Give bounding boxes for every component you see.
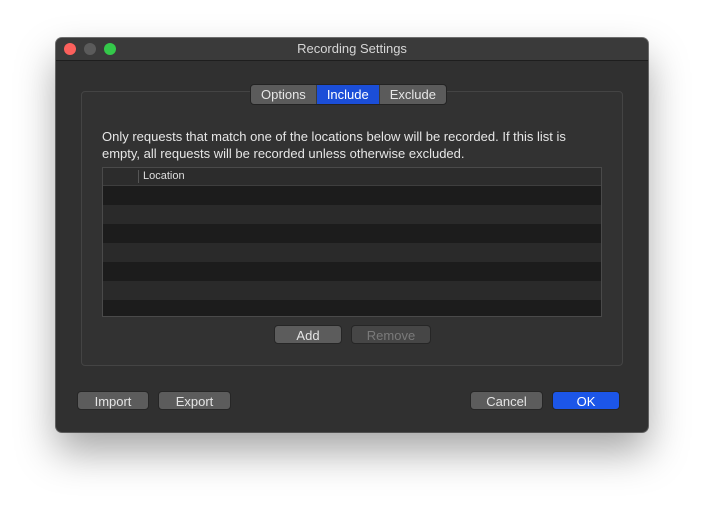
table-row bbox=[103, 300, 601, 316]
window-title: Recording Settings bbox=[297, 41, 407, 56]
include-description: Only requests that match one of the loca… bbox=[102, 129, 566, 161]
ok-button[interactable]: OK bbox=[552, 391, 620, 410]
table-row bbox=[103, 243, 601, 262]
recording-settings-window: Recording Settings Options Include Exclu… bbox=[56, 38, 648, 432]
tab-bar: Options Include Exclude bbox=[250, 84, 447, 105]
location-column-header[interactable]: Location bbox=[143, 168, 185, 185]
tab-exclude[interactable]: Exclude bbox=[378, 85, 446, 104]
table-row bbox=[103, 186, 601, 205]
column-separator bbox=[138, 170, 139, 183]
table-row bbox=[103, 262, 601, 281]
remove-button[interactable]: Remove bbox=[351, 325, 431, 344]
tab-options[interactable]: Options bbox=[251, 85, 316, 104]
table-row bbox=[103, 224, 601, 243]
title-bar[interactable]: Recording Settings bbox=[56, 38, 648, 61]
table-row bbox=[103, 205, 601, 224]
locations-table[interactable]: Location bbox=[102, 167, 602, 317]
cancel-button[interactable]: Cancel bbox=[470, 391, 543, 410]
export-button[interactable]: Export bbox=[158, 391, 231, 410]
tab-include[interactable]: Include bbox=[315, 85, 379, 104]
table-header: Location bbox=[103, 168, 601, 186]
table-row bbox=[103, 281, 601, 300]
add-button[interactable]: Add bbox=[274, 325, 342, 344]
import-button[interactable]: Import bbox=[77, 391, 149, 410]
